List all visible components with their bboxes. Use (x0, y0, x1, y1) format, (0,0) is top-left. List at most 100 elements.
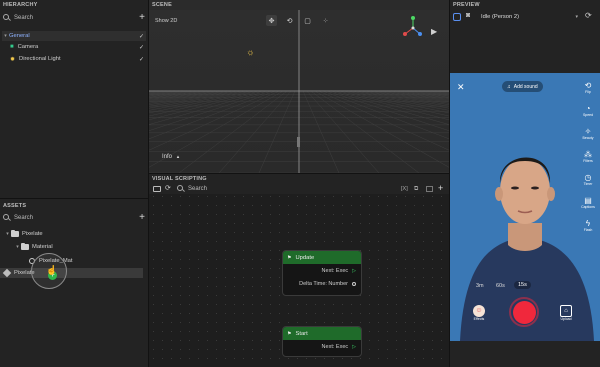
add-sound-button[interactable]: ♫ Add sound (502, 81, 543, 92)
flip-button[interactable]: ⟲ Flip (581, 81, 595, 94)
side-label: Filters (583, 159, 593, 163)
filters-button[interactable]: ⁂ Filters (581, 150, 595, 163)
effects-label: Effects (473, 317, 485, 321)
timer-icon: ◷ (584, 173, 592, 182)
move-tool-icon[interactable]: ✥ (266, 15, 277, 26)
node-title: Update (295, 254, 315, 261)
record-icon (512, 300, 536, 324)
search-icon (177, 185, 185, 193)
preview-video[interactable]: ✕ ♫ Add sound ⟲ Flip ◔ Speed ✧ Beauty ⁂ Filt… (450, 73, 600, 341)
refresh-icon[interactable]: ⟳ (165, 184, 171, 192)
duration-option[interactable]: 3m (476, 283, 484, 289)
camera-icon[interactable]: ◙ (466, 12, 470, 19)
refresh-icon[interactable]: ⟳ (585, 11, 592, 20)
info-toggle[interactable]: Info ▴ (162, 154, 179, 160)
beauty-icon: ✧ (584, 127, 592, 136)
close-icon[interactable]: ✕ (457, 82, 465, 93)
frame-icon[interactable]: ⧉ (414, 186, 418, 193)
asset-file-pixelate[interactable]: Pixelate (0, 268, 143, 278)
filters-icon: ⁂ (584, 150, 592, 159)
node-port-delta-time[interactable]: Delta Time: Number (283, 277, 361, 290)
upload-button[interactable]: ⌂ Upload (558, 305, 574, 321)
comment-icon[interactable] (426, 186, 433, 192)
effects-button[interactable]: ☺ Effects (472, 305, 486, 321)
effects-icon: ☺ (473, 305, 485, 317)
duration-option[interactable]: 60s (496, 283, 505, 289)
asset-folder-material[interactable]: ▾ Material (14, 242, 53, 252)
chevron-down-icon[interactable]: ▾ (14, 244, 21, 250)
assets-title: ASSETS (3, 203, 27, 209)
hierarchy-item-label: Camera (17, 44, 39, 50)
chevron-down-icon[interactable]: ▾ (2, 33, 9, 39)
node-header[interactable]: ⚑ Start (283, 327, 361, 340)
scale-tool-icon[interactable]: ▢ (302, 15, 313, 26)
device-icon[interactable] (453, 13, 461, 21)
add-node-button[interactable]: + (438, 183, 443, 193)
node-port-next[interactable]: Next: Exec ▷ (283, 264, 361, 277)
hierarchy-group-general[interactable]: ▾ General ✓ (2, 31, 146, 41)
hierarchy-search-input[interactable]: Search (14, 15, 139, 21)
show-2d-toggle[interactable]: Show 2D (155, 18, 177, 24)
vs-search-input[interactable]: Search (188, 186, 277, 192)
expression-icon[interactable]: [X] (401, 186, 408, 192)
vs-search[interactable]: Search (177, 184, 277, 194)
chevron-up-icon: ▴ (176, 154, 180, 160)
node-port-next[interactable]: Next: Exec ▷ (283, 340, 361, 353)
asset-label: Pixelate (22, 231, 43, 237)
add-asset-button[interactable]: + (139, 212, 145, 222)
visibility-check-icon[interactable]: ✓ (139, 56, 144, 63)
node-update[interactable]: ⚑ Update Next: Exec ▷ Delta Time: Number (282, 250, 362, 296)
visual-scripting-panel[interactable]: VISUAL SCRIPTING ⟳ Search [X] ⧉ + ⚑ Upda… (149, 174, 449, 367)
node-header[interactable]: ⚑ Update (283, 251, 361, 264)
preview-title: PREVIEW (453, 2, 480, 8)
scene-panel: SCENE ☼ Show 2D ✥ ⟲ ▢ ⁘ ▶ Info ▴ (149, 0, 449, 173)
group-label: General (9, 33, 30, 39)
flip-icon: ⟲ (584, 81, 592, 90)
scene-title: SCENE (152, 2, 172, 8)
beauty-button[interactable]: ✧ Beauty (581, 127, 595, 140)
visibility-check-icon[interactable]: ✓ (139, 33, 144, 40)
node-title: Start (295, 330, 308, 337)
upload-icon: ⌂ (560, 305, 572, 317)
assets-search[interactable]: Search + (3, 212, 145, 223)
hand-cursor-icon: ☝ (46, 265, 58, 275)
music-note-icon: ♫ (507, 83, 511, 90)
exec-port-icon[interactable]: ▷ (352, 344, 356, 350)
captions-button[interactable]: ▤ Captions (581, 196, 595, 209)
hierarchy-panel: HIERARCHY Search + ▾ General ✓ ■ Camera … (0, 0, 148, 198)
hierarchy-item-camera[interactable]: ■ Camera ✓ (10, 42, 146, 52)
axis-gizmo[interactable] (401, 15, 425, 41)
hierarchy-search[interactable]: Search + (3, 12, 145, 23)
exec-port-icon[interactable]: ▷ (352, 268, 356, 274)
search-icon (3, 213, 11, 222)
visibility-check-icon[interactable]: ✓ (139, 44, 144, 51)
speed-button[interactable]: ◔ Speed (581, 104, 595, 117)
captions-icon: ▤ (584, 196, 592, 205)
node-library-icon[interactable] (153, 186, 161, 192)
chevron-down-icon[interactable]: ▾ (4, 231, 11, 237)
port-label: Next: Exec (321, 343, 349, 350)
flash-button[interactable]: ϟ Flash (581, 219, 595, 232)
timer-button[interactable]: ◷ Timer (581, 173, 595, 186)
side-label: Flash (583, 228, 593, 232)
light-icon: ✹ (10, 56, 16, 63)
camera-view-icon[interactable]: ▶ (431, 27, 437, 36)
transform-tool-icon[interactable]: ⁘ (320, 15, 331, 26)
value-port-icon[interactable] (352, 281, 356, 286)
preset-select[interactable]: Idle (Person 2) ▾ (478, 12, 578, 22)
node-start[interactable]: ⚑ Start Next: Exec ▷ (282, 326, 362, 357)
side-label: Beauty (582, 136, 594, 140)
hierarchy-item-directional-light[interactable]: ✹ Directional Light ✓ (10, 54, 146, 64)
duration-option-selected[interactable]: 15s (514, 281, 531, 289)
record-button[interactable] (509, 297, 539, 327)
side-label: Timer (583, 182, 593, 186)
add-object-button[interactable]: + (139, 12, 145, 22)
vs-title: VISUAL SCRIPTING (152, 176, 207, 182)
assets-search-input[interactable]: Search (14, 215, 139, 221)
speed-icon: ◔ (585, 104, 591, 113)
asset-folder-pixelate[interactable]: ▾ Pixelate (4, 229, 43, 239)
preset-value: Idle (Person 2) (481, 14, 520, 20)
flag-icon: ⚑ (287, 330, 292, 337)
rotate-tool-icon[interactable]: ⟲ (284, 15, 295, 26)
folder-icon (21, 242, 29, 250)
